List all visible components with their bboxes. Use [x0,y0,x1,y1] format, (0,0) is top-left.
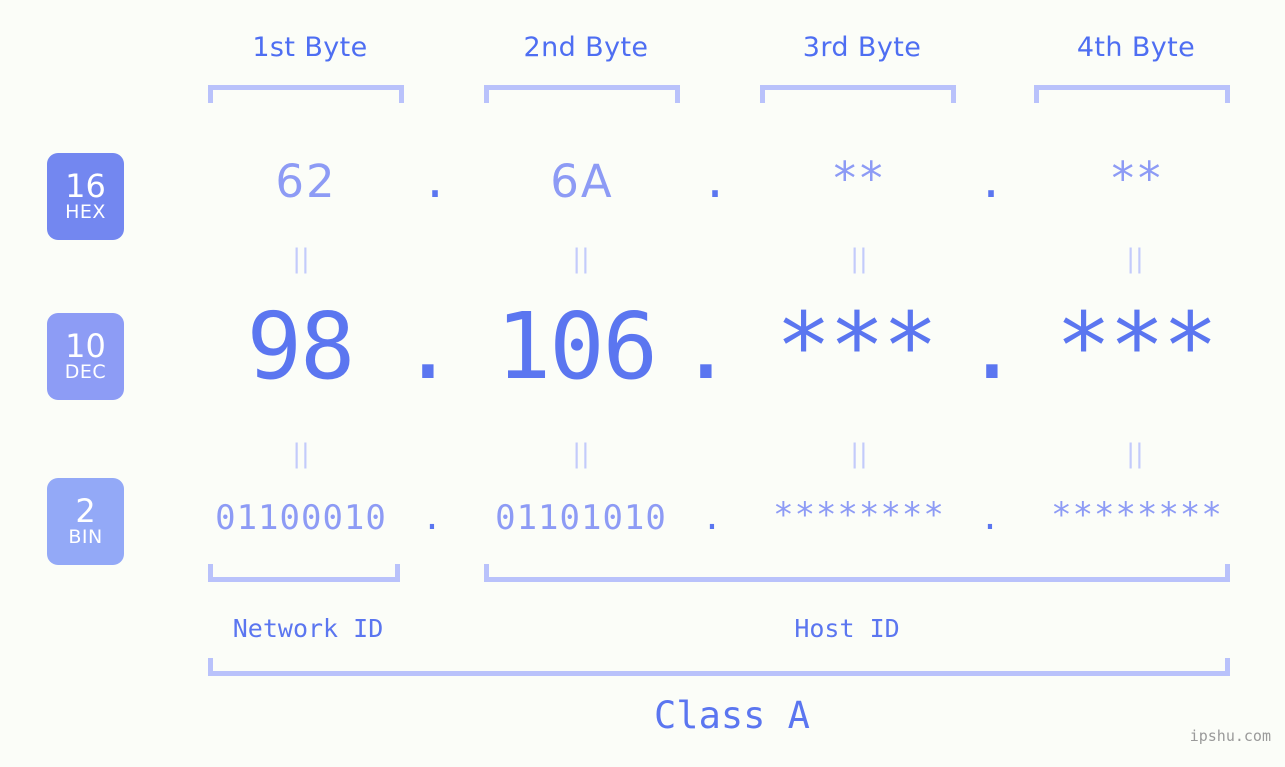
class-bracket [208,658,1230,676]
dec-separator-2: . [678,293,734,400]
dec-value-byte-2: 106 [495,293,658,400]
equals-separator-dec-bin-2: || [572,439,590,469]
dec-separator-1: . [400,293,456,400]
byte-label-4: 4th Byte [1076,32,1196,63]
equals-separator-hex-dec-4: || [1126,244,1144,274]
byte-bracket-4 [1034,85,1230,103]
hex-value-byte-1: 62 [275,155,337,208]
hex-value-byte-4: ** [1111,152,1165,205]
base-badge-dec-abbr: DEC [64,360,107,383]
bin-value-byte-4: ******** [1051,495,1223,535]
byte-label-1: 1st Byte [252,32,368,63]
base-badge-bin-number: 2 [75,491,96,530]
host-id-bracket [484,564,1230,582]
class-label: Class A [654,694,810,737]
bin-value-byte-3: ******** [773,495,945,535]
equals-separator-hex-dec-3: || [850,244,868,274]
bin-value-byte-1: 01100010 [215,498,387,538]
equals-separator-dec-bin-4: || [1126,439,1144,469]
site-watermark: ipshu.com [1189,727,1271,745]
base-badge-bin: 2 BIN [47,478,124,565]
host-id-label: Host ID [794,614,900,643]
bin-separator-1: . [421,498,443,538]
base-badge-bin-abbr: BIN [68,525,103,548]
base-badge-hex-number: 16 [65,166,106,205]
base-badge-dec: 10 DEC [47,313,124,400]
byte-bracket-3 [760,85,956,103]
equals-separator-hex-dec-1: || [292,244,310,274]
bin-separator-2: . [701,498,723,538]
byte-label-3: 3rd Byte [802,32,922,63]
dec-value-byte-3: *** [775,293,938,400]
base-badge-hex: 16 HEX [47,153,124,240]
network-id-label: Network ID [232,614,384,643]
base-badge-hex-abbr: HEX [65,200,106,223]
network-id-bracket [208,564,400,582]
byte-bracket-1 [208,85,404,103]
hex-value-byte-2: 6A [550,155,614,208]
dec-value-byte-4: *** [1055,293,1218,400]
dec-value-byte-1: 98 [246,293,356,400]
equals-separator-dec-bin-1: || [292,439,310,469]
byte-label-2: 2nd Byte [523,32,649,63]
hex-separator-1: . [421,155,449,208]
bin-value-byte-2: 01101010 [495,498,667,538]
hex-separator-3: . [977,155,1005,208]
equals-separator-dec-bin-3: || [850,439,868,469]
base-badge-dec-number: 10 [65,326,106,365]
byte-bracket-2 [484,85,680,103]
bin-separator-3: . [979,498,1001,538]
dec-separator-3: . [964,293,1020,400]
equals-separator-hex-dec-2: || [572,244,590,274]
hex-value-byte-3: ** [833,152,887,205]
hex-separator-2: . [701,155,729,208]
